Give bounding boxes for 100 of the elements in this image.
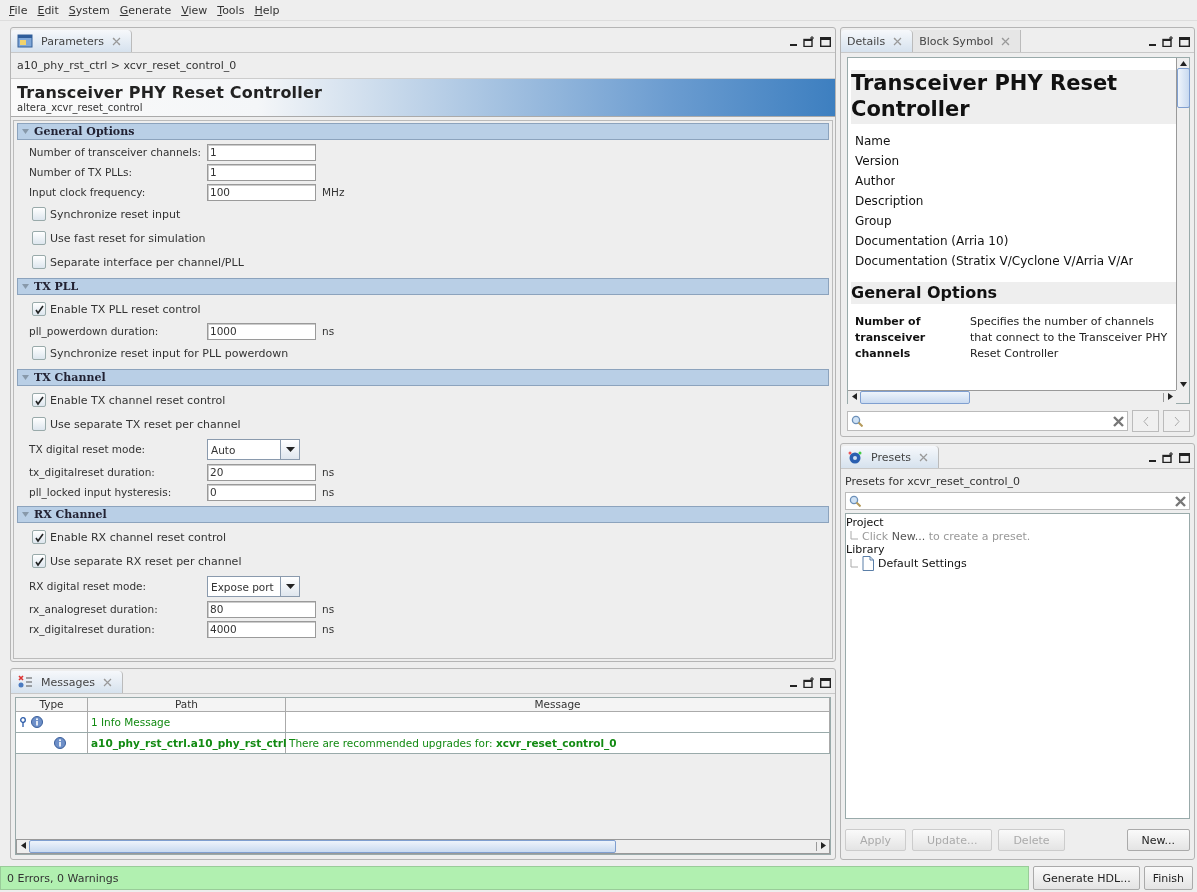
scroll-left-icon[interactable] <box>20 842 26 849</box>
forward-icon <box>1173 416 1180 426</box>
table-cell: a10_phy_rst_ctrl.a10_phy_rst_ctrl <box>88 733 286 753</box>
document-icon <box>862 556 874 571</box>
input-field[interactable]: 80 <box>207 600 316 618</box>
maximize-icon[interactable] <box>820 36 831 47</box>
section-header[interactable]: RX Channel <box>17 506 829 523</box>
back-icon <box>1142 416 1149 426</box>
property-label: Author <box>855 174 896 188</box>
property-label: Documentation (Stratix V/Cyclone V/Arria V/Ar <box>855 254 1134 268</box>
restore-icon[interactable] <box>1162 36 1174 47</box>
checkbox-label: Enable RX channel reset control <box>50 530 227 544</box>
checkbox[interactable] <box>32 393 46 407</box>
component-subtitle: altera_xcvr_reset_control <box>17 102 143 113</box>
menu-item[interactable]: Edit <box>32 3 64 17</box>
dropdown[interactable]: Auto <box>207 438 300 460</box>
property-label: Version <box>855 154 900 168</box>
section-header[interactable]: TX Channel <box>17 369 829 386</box>
expand-handle-icon[interactable] <box>19 717 27 727</box>
checkbox[interactable] <box>32 207 46 221</box>
scroll-thumb[interactable] <box>29 840 616 853</box>
input-field[interactable]: 1 <box>207 163 316 181</box>
clear-icon[interactable] <box>1175 495 1186 507</box>
menu-item[interactable]: Tools <box>212 3 250 17</box>
column-header[interactable]: Path <box>88 698 286 712</box>
new-button[interactable]: New... <box>1126 829 1190 851</box>
table-cell: There are recommended upgrades for: xcvr_reset_control_0 <box>289 737 617 749</box>
section-header[interactable]: General Options <box>17 123 829 140</box>
menu-item[interactable]: View <box>176 3 213 17</box>
scroll-thumb[interactable] <box>860 391 970 404</box>
input-field[interactable]: 1 <box>207 143 316 161</box>
scroll-up-icon[interactable] <box>1179 61 1187 66</box>
status-message: 0 Errors, 0 Warnings <box>0 866 1030 890</box>
checkbox-label: Enable TX PLL reset control <box>50 302 201 316</box>
finish-button[interactable]: Finish <box>1143 866 1193 890</box>
clear-icon[interactable] <box>1113 415 1124 427</box>
section-header[interactable]: TX PLL <box>17 278 829 295</box>
tree-item[interactable]: Library <box>846 543 1189 556</box>
scroll-left-icon[interactable] <box>851 393 857 400</box>
scroll-thumb[interactable] <box>1176 68 1190 108</box>
collapse-triangle-icon <box>22 511 29 518</box>
tab[interactable]: Parameters <box>11 30 132 52</box>
checkbox-label: Use separate TX reset per channel <box>50 417 241 431</box>
field-label: rx_digitalreset duration: <box>29 623 156 635</box>
input-field[interactable]: 0 <box>207 483 316 501</box>
checkbox-label: Synchronize reset input <box>50 207 181 221</box>
property-label: Documentation (Arria 10) <box>855 234 1009 248</box>
input-field[interactable]: 20 <box>207 463 316 481</box>
field-label: TX digital reset mode: <box>29 443 147 455</box>
menu-item[interactable]: Generate <box>114 3 177 17</box>
scroll-right-icon[interactable] <box>1167 393 1173 400</box>
horizontal-scrollbar[interactable] <box>16 839 830 854</box>
checkbox[interactable] <box>32 346 46 360</box>
checkbox[interactable] <box>32 255 46 269</box>
field-label: RX digital reset mode: <box>29 580 148 592</box>
input-field[interactable]: 1000 <box>207 322 316 340</box>
scroll-down-icon[interactable] <box>1179 382 1187 387</box>
tab[interactable]: Presets <box>841 446 940 468</box>
checkbox[interactable] <box>32 302 46 316</box>
search-field[interactable] <box>847 411 1128 431</box>
field-label: rx_analogreset duration: <box>29 603 159 615</box>
input-field[interactable]: 100 <box>207 183 316 201</box>
checkbox[interactable] <box>32 231 46 245</box>
menu-item[interactable]: System <box>63 3 115 17</box>
menu-item[interactable]: Help <box>249 3 285 17</box>
info-icon <box>54 737 66 749</box>
parameter-name: Number of transceiver channels <box>855 314 927 362</box>
maximize-icon[interactable] <box>1179 452 1190 463</box>
property-label: Group <box>855 214 892 228</box>
tab[interactable]: Block Symbol <box>913 30 1022 52</box>
table-cell: 1 Info Message <box>88 712 286 732</box>
checkbox[interactable] <box>32 554 46 568</box>
vertical-scrollbar[interactable] <box>1176 58 1189 390</box>
column-header[interactable]: Message <box>286 698 830 712</box>
unit-label: ns <box>322 623 335 635</box>
checkbox[interactable] <box>32 530 46 544</box>
dialog-icon <box>17 34 33 48</box>
column-header[interactable]: Type <box>16 698 88 712</box>
unit-label: ns <box>322 325 335 337</box>
dropdown[interactable]: Expose port <box>207 575 300 597</box>
restore-icon[interactable] <box>803 36 815 47</box>
restore-icon[interactable] <box>1162 452 1174 463</box>
tree-item[interactable]: Default Settings <box>878 557 967 570</box>
checkbox-label: Use separate RX reset per channel <box>50 554 242 568</box>
restore-icon[interactable] <box>803 677 815 688</box>
field-label: Number of TX PLLs: <box>29 166 133 178</box>
tab[interactable]: Messages <box>11 671 123 693</box>
menu-item[interactable]: File <box>4 3 33 17</box>
panel-label: Presets for xcvr_reset_control_0 <box>845 475 1022 488</box>
generate-button[interactable]: Generate HDL... <box>1033 866 1140 890</box>
input-field[interactable]: 4000 <box>207 620 316 638</box>
maximize-icon[interactable] <box>1179 36 1190 47</box>
scroll-right-icon[interactable] <box>820 842 826 849</box>
info-icon <box>31 716 43 728</box>
search-field[interactable] <box>845 492 1190 510</box>
caret-icon <box>285 583 295 589</box>
maximize-icon[interactable] <box>820 677 831 688</box>
tree-item[interactable]: Project <box>846 516 1189 529</box>
tab[interactable]: Details <box>841 30 914 52</box>
checkbox[interactable] <box>32 417 46 431</box>
